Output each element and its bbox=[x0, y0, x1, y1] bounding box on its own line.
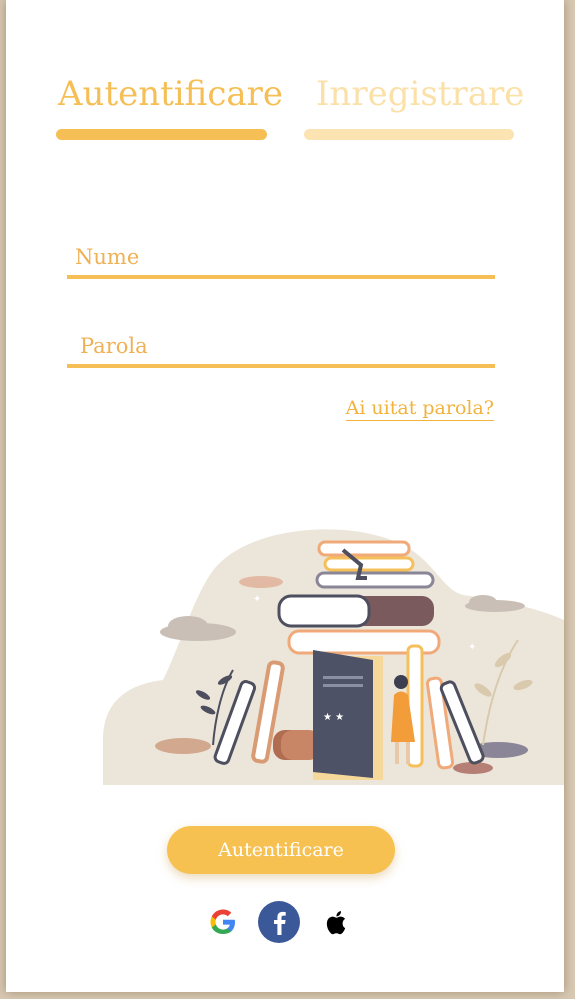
tab-login-indicator bbox=[56, 129, 267, 140]
name-field bbox=[67, 245, 495, 279]
svg-text:✦: ✦ bbox=[253, 594, 261, 605]
password-field bbox=[67, 334, 495, 368]
svg-text:★ ★: ★ ★ bbox=[323, 712, 344, 723]
login-button[interactable]: Autentificare bbox=[167, 826, 395, 874]
apple-icon[interactable] bbox=[315, 901, 357, 943]
facebook-icon[interactable] bbox=[258, 901, 300, 943]
forgot-password-link[interactable]: Ai uitat parola? bbox=[345, 397, 494, 421]
login-card: Autentificare Inregistrare Ai uitat paro… bbox=[6, 0, 564, 992]
name-input[interactable] bbox=[67, 245, 495, 279]
tab-login[interactable]: Autentificare bbox=[58, 72, 283, 116]
tab-register[interactable]: Inregistrare bbox=[316, 72, 524, 116]
password-input[interactable] bbox=[67, 334, 495, 368]
books-door-illustration: ★ ★ ✦ ✦ bbox=[103, 529, 564, 785]
tab-register-indicator bbox=[304, 129, 514, 140]
svg-text:✦: ✦ bbox=[468, 642, 476, 653]
google-icon[interactable] bbox=[202, 901, 244, 943]
